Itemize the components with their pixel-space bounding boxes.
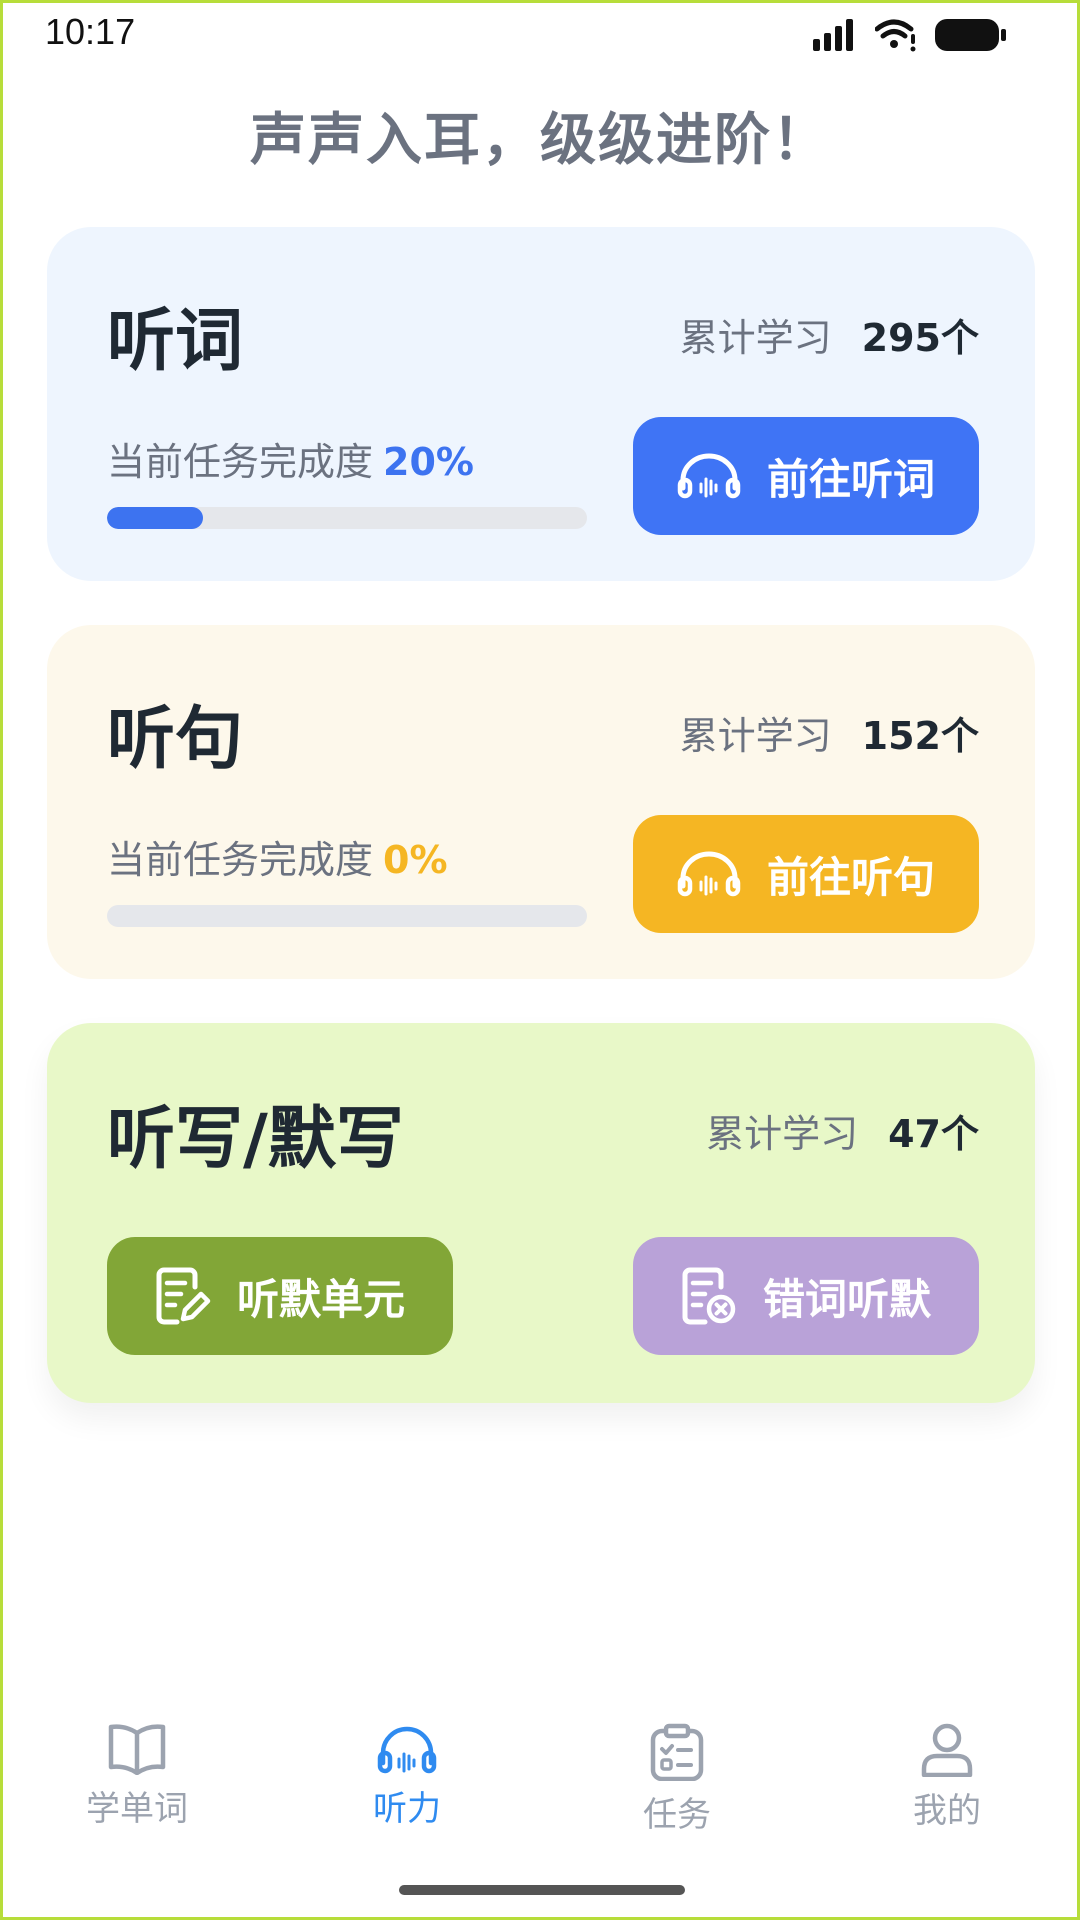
book-icon [108, 1724, 166, 1775]
nav-label: 任务 [643, 1795, 711, 1835]
headphones-icon [677, 453, 741, 499]
home-indicator [399, 1885, 685, 1895]
progress-label: 当前任务完成度 20% [107, 431, 474, 486]
progress-fill [107, 507, 203, 529]
nav-item-listening[interactable]: 听力 [307, 1723, 507, 1830]
card-title: 听句 [107, 700, 244, 779]
stat-label: 累计学习 [706, 1112, 859, 1156]
cumulative-stat: 累计学习 47个 [706, 1103, 979, 1158]
stat-value: 47个 [888, 1112, 979, 1156]
progress-value: 20% [383, 440, 474, 484]
wrong-document-icon [682, 1267, 736, 1325]
button-label: 前往听词 [766, 454, 935, 504]
stat-label: 累计学习 [679, 714, 832, 758]
go-listen-words-button[interactable]: 前往听词 [633, 417, 979, 535]
progress-label-text: 当前任务完成度 [107, 440, 374, 484]
status-bar: 10:17 [3, 3, 1077, 63]
nav-item-tasks[interactable]: 任务 [577, 1723, 777, 1836]
user-icon [921, 1723, 973, 1777]
nav-label: 我的 [913, 1791, 981, 1831]
card-title: 听词 [107, 302, 244, 381]
nav-item-profile[interactable]: 我的 [847, 1723, 1047, 1832]
nav-item-vocabulary[interactable]: 学单词 [37, 1723, 237, 1830]
headphones-icon [377, 1726, 437, 1774]
status-icons [813, 15, 1007, 55]
wrong-words-dictation-button[interactable]: 错词听默 [633, 1237, 979, 1355]
listen-words-card: 听词 累计学习 295个 当前任务完成度 20% 前往听词 [47, 227, 1035, 581]
nav-label: 学单词 [86, 1789, 188, 1829]
card-title: 听写/默写 [107, 1100, 404, 1179]
edit-document-icon [156, 1267, 211, 1325]
progress-value: 0% [383, 838, 448, 882]
go-listen-sentences-button[interactable]: 前往听句 [633, 815, 979, 933]
clipboard-icon [650, 1723, 704, 1781]
status-time: 10:17 [45, 11, 136, 52]
dictation-card: 听写/默写 累计学习 47个 听默单元 错词听默 [47, 1023, 1035, 1403]
button-label: 听默单元 [236, 1274, 405, 1324]
headphones-icon [677, 851, 741, 897]
stat-value: 295个 [861, 316, 979, 360]
progress-bar [107, 905, 587, 927]
stat-label: 累计学习 [679, 316, 832, 360]
button-label: 错词听默 [762, 1274, 931, 1324]
listen-sentences-card: 听句 累计学习 152个 当前任务完成度 0% 前往听句 [47, 625, 1035, 979]
nav-label: 听力 [373, 1789, 441, 1829]
wifi-icon [875, 19, 916, 52]
page-title: 声声入耳，级级进阶！ [250, 108, 830, 173]
progress-label: 当前任务完成度 0% [107, 829, 448, 884]
progress-bar [107, 507, 587, 529]
stat-value: 152个 [861, 714, 979, 758]
signal-icon [813, 19, 853, 51]
progress-label-text: 当前任务完成度 [107, 838, 374, 882]
cumulative-stat: 累计学习 152个 [680, 705, 979, 760]
cumulative-stat: 累计学习 295个 [680, 307, 979, 362]
bottom-nav: 学单词 听力 任务 我的 [3, 1723, 1077, 1853]
button-label: 前往听句 [766, 852, 935, 902]
battery-icon [935, 19, 1006, 51]
unit-dictation-button[interactable]: 听默单元 [107, 1237, 453, 1355]
